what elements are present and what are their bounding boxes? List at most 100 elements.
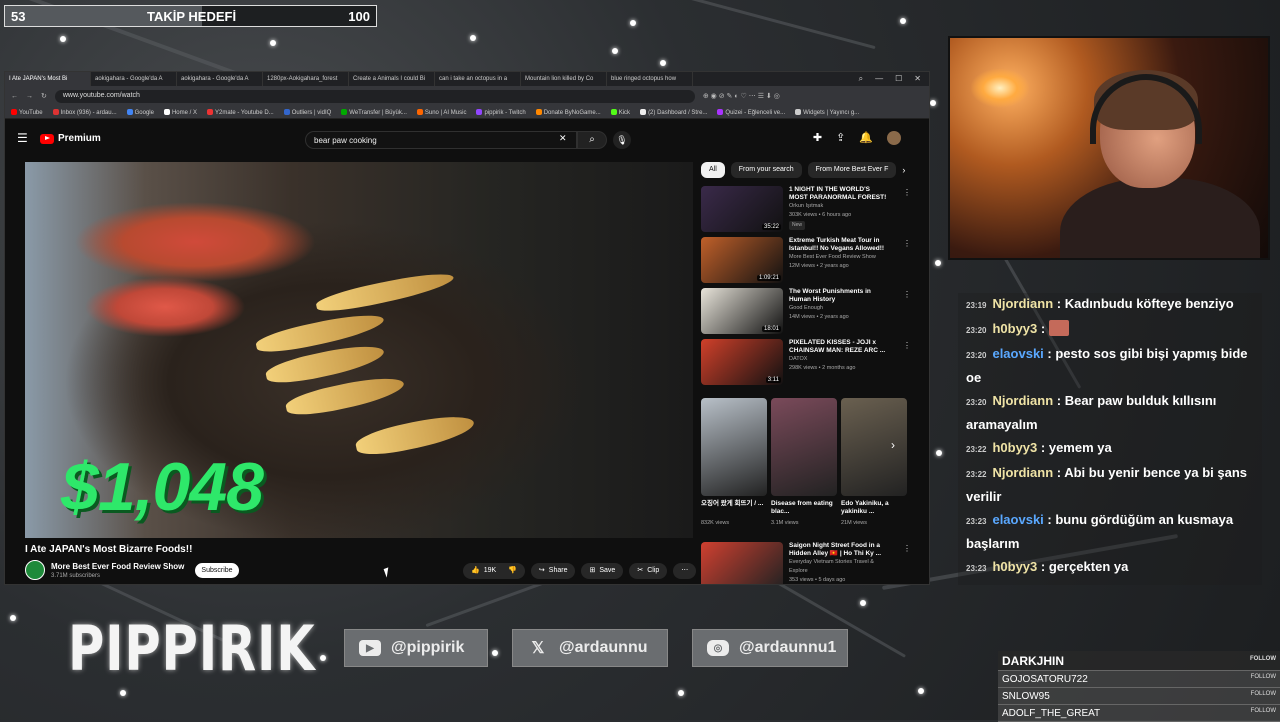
recommendation-title: 1 NIGHT IN THE WORLD'S MOST PARANORMAL F… [789, 186, 889, 202]
extension-icons[interactable]: ⊕ ◉ ⊘ ✎ ◐ ♡ ⋯ ☰ ⬇ ◎ [703, 92, 780, 100]
search-input[interactable]: bear paw cooking [305, 131, 577, 149]
share-button[interactable]: ↪Share [531, 563, 576, 579]
sparkle [660, 60, 666, 66]
channel-name[interactable]: More Best Ever Food Review Show [51, 562, 184, 571]
bell-icon[interactable]: 🔔 [859, 131, 873, 145]
follower-name: SNLOW95 [1002, 691, 1050, 702]
video-thumbnail[interactable]: 3:11 [701, 339, 783, 385]
url-field[interactable]: www.youtube.com/watch [55, 90, 695, 103]
more-actions-button[interactable]: ⋯ [673, 563, 696, 579]
instagram-icon: ◎ [707, 640, 729, 656]
kebab-menu-icon[interactable]: ⋮ [903, 290, 911, 299]
search-tabs-icon[interactable]: ⌕ [859, 74, 863, 84]
tab-google-2[interactable]: aokigahara - Google'da A [177, 72, 263, 86]
chip-all[interactable]: All [701, 162, 725, 178]
kebab-menu-icon[interactable]: ⋮ [903, 188, 911, 197]
tab-mountain-lion[interactable]: Mountain lion killed by Co [521, 72, 607, 86]
kebab-menu-icon[interactable]: ⋮ [903, 544, 911, 553]
recommendation-item[interactable]: 18:01The Worst Punishments in Human Hist… [701, 288, 911, 336]
search-icon: ⌕ [589, 134, 595, 145]
chat-username: Njordiann [992, 296, 1053, 311]
short-views: 3.1M views [771, 520, 799, 526]
upload-icon[interactable]: ⇪ [836, 131, 845, 145]
back-icon[interactable]: ← [11, 93, 18, 100]
forward-icon[interactable]: → [26, 93, 33, 100]
video-duration: 1:09:21 [757, 275, 781, 281]
bookmark-item[interactable]: Inbox (936) - ardau... [53, 109, 117, 116]
sparkle [860, 600, 866, 606]
thumbs-up-icon: 👍 [471, 563, 480, 579]
bookmark-item[interactable]: pippirik - Twitch [476, 109, 525, 116]
scissors-icon: ✂ [637, 563, 643, 579]
video-player[interactable]: $1,048 [25, 162, 693, 538]
chat-username: Njordiann [992, 465, 1053, 480]
shorts-next-icon[interactable]: › [891, 438, 895, 452]
video-duration: 35:22 [762, 224, 781, 230]
mic-icon[interactable]: 🎙 [613, 131, 631, 149]
clear-search-icon[interactable]: ✕ [559, 133, 567, 144]
tab-blue-ringed[interactable]: blue ringed octopus how [607, 72, 693, 86]
kebab-menu-icon[interactable]: ⋮ [903, 239, 911, 248]
search-button[interactable]: ⌕ [577, 131, 607, 149]
minimize-icon[interactable]: — [875, 74, 883, 84]
follower-name: GOJOSATORU722 [1002, 674, 1088, 685]
bookmark-item[interactable]: Google [127, 109, 154, 116]
reload-icon[interactable]: ↻ [41, 92, 47, 100]
video-thumbnail[interactable] [701, 542, 783, 585]
bookmark-item[interactable]: YouTube [11, 109, 43, 116]
bookmark-item[interactable]: Kick [611, 109, 630, 116]
chevron-right-icon[interactable]: › [902, 162, 905, 178]
short-thumbnail[interactable] [701, 398, 767, 496]
chip-from-search[interactable]: From your search [731, 162, 802, 178]
clip-button[interactable]: ✂Clip [629, 563, 667, 579]
video-thumbnail[interactable]: 18:01 [701, 288, 783, 334]
short-item[interactable]: Edo Yakiniku, a yakiniku ...21M views [841, 398, 907, 496]
short-thumbnail[interactable] [841, 398, 907, 496]
tab-image[interactable]: 1280px-Aokigahara_forest [263, 72, 349, 86]
close-window-icon[interactable]: ✕ [914, 74, 921, 84]
recommendation-info: PIXELATED KISSES - JOJI x CHAINSAW MAN: … [789, 339, 889, 387]
bookmark-item[interactable]: (2) Dashboard / Stre... [640, 109, 707, 116]
video-thumbnail[interactable]: 35:22 [701, 186, 783, 232]
tab-create[interactable]: Create a Animals I could Bi [349, 72, 435, 86]
recommendation-item[interactable]: 1:09:21Extreme Turkish Meat Tour in Ista… [701, 237, 911, 285]
create-icon[interactable]: ✚ [813, 131, 822, 145]
bookmark-item[interactable]: Quizei - Eğlenceli ve... [717, 109, 785, 116]
chat-message: 23:20h0byy3 : [958, 318, 1262, 342]
short-title: 오징어 왔게 회뜨기 / ... [701, 500, 767, 508]
maximize-icon[interactable]: ☐ [895, 74, 902, 84]
bookmark-item[interactable]: WeTransfer | Büyük... [341, 109, 407, 116]
bookmark-item[interactable]: Widgets | Yayıncı g... [795, 109, 859, 116]
short-item[interactable]: 오징어 왔게 회뜨기 / ...832K views [701, 398, 767, 496]
save-button[interactable]: ⊞Save [581, 563, 623, 579]
chat-username: h0byy3 [992, 321, 1037, 336]
avatar[interactable] [887, 131, 901, 145]
bookmark-item[interactable]: Donate ByNoGame... [536, 109, 601, 116]
recommendation-item[interactable]: Saigon Night Street Food in a Hidden All… [701, 542, 911, 585]
like-button[interactable]: 👍19K👎 [463, 563, 525, 579]
short-thumbnail[interactable] [771, 398, 837, 496]
bookmark-item[interactable]: Y2mate - Youtube D... [207, 109, 274, 116]
kebab-menu-icon[interactable]: ⋮ [903, 341, 911, 350]
recommendation-item[interactable]: 35:22 1 NIGHT IN THE WORLD'S MOST PARANOR… [701, 186, 911, 234]
bookmark-favicon [611, 109, 617, 115]
tab-octopus[interactable]: can i take an octopus in a [435, 72, 521, 86]
bookmark-item[interactable]: Home / X [164, 109, 197, 116]
recent-followers: DARKJHINFOLLOWGOJOSATORU722FOLLOWSNLOW95… [998, 651, 1280, 722]
tab-youtube[interactable]: I Ate JAPAN's Most Bi [5, 72, 91, 86]
video-duration: 18:01 [762, 326, 781, 332]
menu-icon[interactable]: ☰ [17, 131, 28, 145]
channel-avatar[interactable] [25, 560, 45, 580]
chip-from-channel[interactable]: From More Best Ever F [808, 162, 897, 178]
bookmark-item[interactable]: Suno | AI Music [417, 109, 467, 116]
thumbs-down-icon[interactable]: 👎 [508, 563, 517, 579]
short-item[interactable]: Disease from eating blac...3.1M views [771, 398, 837, 496]
recommendation-item[interactable]: 3:11PIXELATED KISSES - JOJI x CHAINSAW M… [701, 339, 911, 387]
recommendation-meta: 14M views • 2 years ago [789, 313, 889, 322]
tab-google-1[interactable]: aokigahara - Google'da A [91, 72, 177, 86]
bookmark-item[interactable]: Outliers | vidIQ [284, 109, 332, 116]
video-thumbnail[interactable]: 1:09:21 [701, 237, 783, 283]
youtube-logo[interactable]: Premium [40, 133, 101, 144]
recommendation-channel: Good Enough [789, 304, 889, 313]
subscribe-button[interactable]: Subscribe [195, 563, 239, 578]
